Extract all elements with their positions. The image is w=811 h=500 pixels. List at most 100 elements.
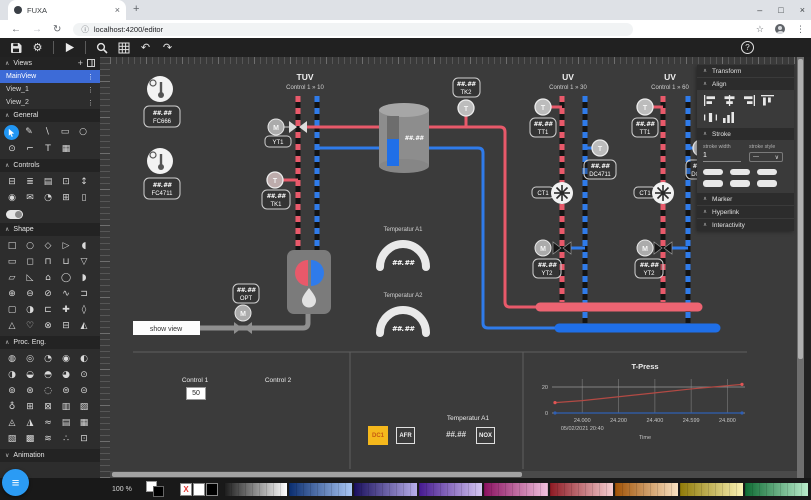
close-tab-icon[interactable]: × xyxy=(115,5,120,15)
proc-tool-icon[interactable]: ◓ xyxy=(39,367,57,383)
general-tool-icon[interactable]: ✎ xyxy=(20,124,38,140)
shape-tool-icon[interactable]: ◑ xyxy=(21,302,39,318)
stroke-preset-button[interactable] xyxy=(757,180,777,187)
align-section-header[interactable]: ∧ Align xyxy=(697,78,794,90)
dc1-button[interactable]: DC1 xyxy=(368,426,388,445)
shape-tool-icon[interactable]: ✚ xyxy=(57,302,75,318)
palette-gradient[interactable] xyxy=(680,483,743,496)
motor-valve-yt1[interactable]: M YT1 xyxy=(265,119,307,147)
shape-tool-icon[interactable]: △ xyxy=(3,318,21,334)
shape-tool-icon[interactable]: ⊗ xyxy=(39,318,57,334)
grid-icon[interactable] xyxy=(117,41,130,54)
redo-icon[interactable]: ↷ xyxy=(161,41,174,54)
shape-tool-icon[interactable]: ⊐ xyxy=(75,286,93,302)
settings-gear-icon[interactable]: ⚙ xyxy=(31,41,44,54)
zoom-tool-icon[interactable] xyxy=(95,41,108,54)
site-info-icon[interactable]: ⓘ xyxy=(81,24,89,35)
url-input[interactable]: ⓘ localhost:4200/editor xyxy=(73,23,633,36)
controls-tool-icon[interactable]: ▤ xyxy=(39,174,57,190)
show-view-button[interactable]: show view xyxy=(133,321,200,335)
profile-avatar[interactable] xyxy=(775,24,785,34)
general-tool-icon[interactable]: ⊙ xyxy=(3,141,21,157)
shape-tool-icon[interactable]: ◺ xyxy=(21,270,39,286)
controls-tool-icon[interactable]: ⊞ xyxy=(57,190,75,206)
shape-tool-icon[interactable]: ○ xyxy=(21,238,39,254)
proc-tool-icon[interactable]: ≈ xyxy=(39,415,57,431)
proc-tool-icon[interactable]: ⊠ xyxy=(39,399,57,415)
stroke-preset-button[interactable] xyxy=(730,180,750,187)
view-panel-icon[interactable] xyxy=(87,59,95,69)
editor-canvas[interactable]: ##.## TUV Control 1 » 10 UV Control 1 » … xyxy=(110,64,797,478)
shape-tool-icon[interactable]: ◖ xyxy=(75,238,93,254)
controls-tool-icon[interactable]: ⊟ xyxy=(3,174,21,190)
proc-tool-icon[interactable]: ◮ xyxy=(21,415,39,431)
sensor-tk2[interactable]: ##.## TK2 T xyxy=(453,78,480,127)
controls-tool-icon[interactable]: ↕ xyxy=(75,174,93,190)
proc-tool-icon[interactable]: ▨ xyxy=(75,399,93,415)
shape-tool-icon[interactable]: ▷ xyxy=(57,238,75,254)
help-icon[interactable]: ? xyxy=(741,41,754,54)
palette-gradient[interactable] xyxy=(745,483,808,496)
proc-tool-icon[interactable]: ◎ xyxy=(21,351,39,367)
scrollbar-thumb[interactable] xyxy=(798,59,803,359)
proc-tool-icon[interactable]: ⊜ xyxy=(57,383,75,399)
shape-tool-icon[interactable]: ◻ xyxy=(21,254,39,270)
proc-tool-icon[interactable]: ▩ xyxy=(21,431,39,447)
pipe-blue-main[interactable] xyxy=(317,148,557,328)
transform-section-header[interactable]: ∧ Transform xyxy=(697,65,794,77)
stroke-style-select[interactable]: — ∨ xyxy=(749,152,783,162)
palette-gradient[interactable] xyxy=(289,483,352,496)
forward-icon[interactable]: → xyxy=(32,24,42,35)
proc-tool-icon[interactable]: ⊝ xyxy=(75,383,93,399)
zoom-level[interactable]: 100 % xyxy=(112,486,146,493)
palette-gradient[interactable] xyxy=(224,483,287,496)
controls-tool-icon[interactable]: ≣ xyxy=(21,174,39,190)
gauge-temperatur-a2[interactable]: Temperatur A2 ##.## xyxy=(380,293,426,333)
general-tool-icon[interactable]: ○ xyxy=(74,124,92,140)
shape-tool-icon[interactable]: ⊕ xyxy=(3,286,21,302)
palette-gradient[interactable] xyxy=(550,483,613,496)
proc-tool-icon[interactable]: ▧ xyxy=(3,431,21,447)
align-center-icon[interactable] xyxy=(723,95,736,106)
align-right-icon[interactable] xyxy=(742,95,755,106)
toggle-control-icon[interactable] xyxy=(6,210,23,219)
proc-tool-icon[interactable]: ◑ xyxy=(3,367,21,383)
proc-tool-icon[interactable]: ▦ xyxy=(75,415,93,431)
proc-tool-icon[interactable]: ◍ xyxy=(3,351,21,367)
proc-tool-icon[interactable]: ◔ xyxy=(39,351,57,367)
sidebar-item-view1[interactable]: View_1 ⋮ xyxy=(0,83,100,96)
afr-button[interactable]: AFR xyxy=(396,427,415,444)
proc-tool-icon[interactable]: ◐ xyxy=(75,351,93,367)
nox-button[interactable]: NOX xyxy=(476,427,495,444)
horizontal-scrollbar[interactable] xyxy=(110,471,797,478)
align-top-icon[interactable] xyxy=(761,95,774,106)
stroke-preset-button[interactable] xyxy=(757,169,777,175)
play-icon[interactable] xyxy=(63,41,76,54)
shape-tool-icon[interactable]: ◯ xyxy=(57,270,75,286)
sensor-dc4711-uv1[interactable]: T ##.## DC4711 xyxy=(584,140,616,179)
sensor-tt1-uv1[interactable]: T ##.## TT1 xyxy=(530,99,562,137)
controls-tool-icon[interactable]: ◔ xyxy=(39,190,57,206)
palette-gradient[interactable] xyxy=(419,483,482,496)
proc-tool-icon[interactable]: ◉ xyxy=(57,351,75,367)
black-swatch[interactable] xyxy=(206,483,218,496)
controls-tool-icon[interactable]: ▯ xyxy=(75,190,93,206)
shape-tool-icon[interactable]: ⊘ xyxy=(39,286,57,302)
heat-exchanger[interactable] xyxy=(287,250,331,314)
kebab-menu-icon[interactable]: ⋮ xyxy=(87,99,94,107)
align-bottom-bars-icon[interactable] xyxy=(723,112,736,123)
distribute-horizontal-icon[interactable] xyxy=(704,112,717,123)
t-press-chart[interactable]: T-Press24.00024.20024.40024.59924.800020… xyxy=(542,362,745,441)
add-view-icon[interactable]: + xyxy=(78,59,83,68)
shape-tool-icon[interactable]: ▽ xyxy=(75,254,93,270)
shape-tool-icon[interactable]: ◊ xyxy=(75,302,93,318)
reload-icon[interactable]: ↻ xyxy=(53,24,61,35)
stroke-preset-button[interactable] xyxy=(730,169,750,175)
general-tool-icon[interactable]: ∖ xyxy=(38,124,56,140)
shape-tool-icon[interactable]: ◗ xyxy=(75,270,93,286)
shape-tool-icon[interactable]: ▱ xyxy=(3,270,21,286)
shape-section-header[interactable]: ∧ Shape xyxy=(0,223,100,236)
palette-gradient[interactable] xyxy=(484,483,547,496)
window-maximize-button[interactable]: □ xyxy=(778,5,783,15)
controls-tool-icon[interactable]: ◉ xyxy=(3,190,21,206)
